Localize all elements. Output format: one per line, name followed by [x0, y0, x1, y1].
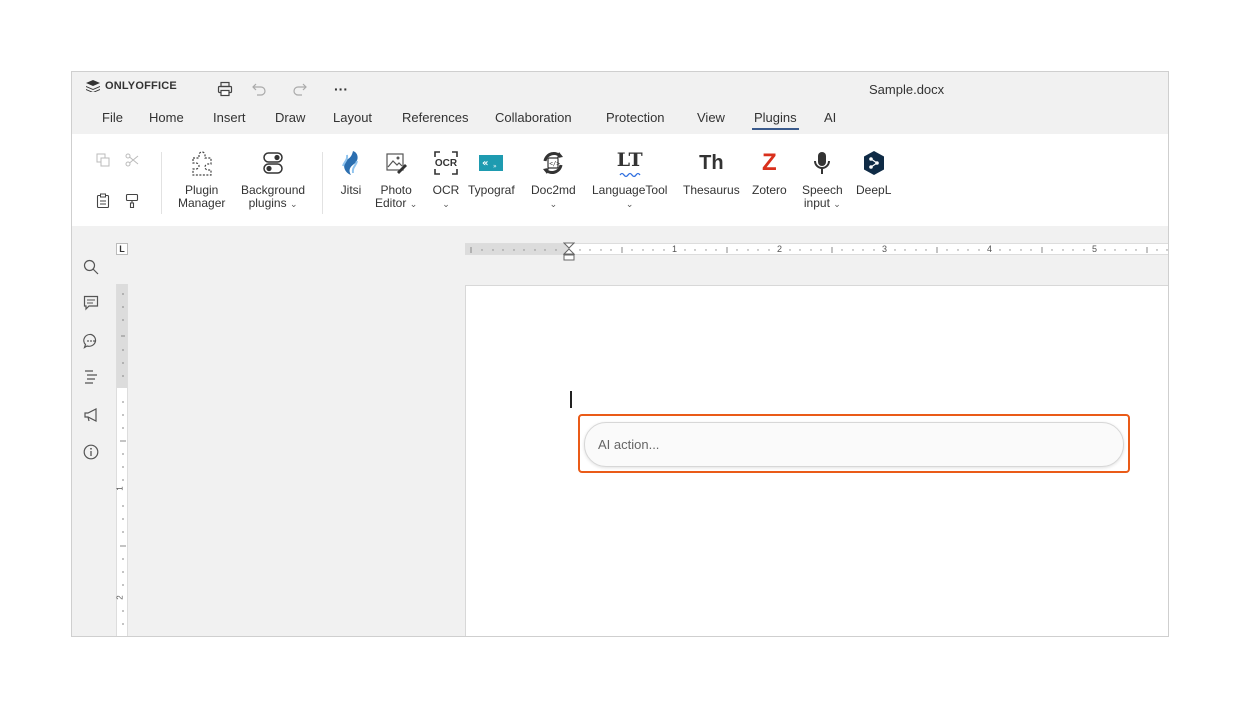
photo-editor-button[interactable]: Photo Editor ⌄	[375, 148, 417, 211]
jitsi-label: Jitsi	[340, 183, 362, 197]
doc2md-button[interactable]: </> Doc2md ⌄	[531, 148, 576, 211]
about-icon[interactable]	[81, 442, 101, 462]
ruler-number: 1	[115, 486, 125, 491]
undo-icon[interactable]	[248, 78, 270, 100]
thesaurus-label: Thesaurus	[683, 183, 740, 197]
thesaurus-icon: Th	[699, 151, 724, 174]
navigation-icon[interactable]	[81, 367, 101, 387]
languagetool-icon: LT	[615, 148, 645, 178]
ocr-label: OCR ⌄	[432, 183, 460, 210]
plugin-manager-label: Plugin Manager	[178, 183, 226, 210]
print-icon[interactable]	[214, 78, 236, 100]
doc2md-icon: </>	[538, 148, 568, 178]
tab-file[interactable]: File	[102, 110, 123, 125]
ruler-number: 1	[672, 244, 678, 254]
cut-icon[interactable]	[122, 150, 142, 170]
languagetool-button[interactable]: LT LanguageTool ⌄	[592, 148, 667, 211]
ocr-icon: OCR	[431, 148, 461, 178]
zotero-label: Zotero	[752, 183, 787, 197]
svg-text:«: «	[482, 158, 488, 169]
doc2md-label: Doc2md ⌄	[531, 183, 576, 210]
tab-ai[interactable]: AI	[824, 110, 836, 125]
onlyoffice-logo-icon	[86, 80, 100, 92]
tab-layout[interactable]: Layout	[333, 110, 372, 125]
zotero-button[interactable]: Z Zotero	[752, 148, 787, 197]
tab-draw[interactable]: Draw	[275, 110, 305, 125]
redo-icon[interactable]	[289, 78, 311, 100]
plugin-manager-button[interactable]: Plugin Manager	[178, 148, 225, 210]
ruler-number: 4	[987, 244, 993, 254]
background-plugins-label: Background plugins ⌄	[241, 183, 306, 210]
deepl-label: DeepL	[856, 183, 892, 197]
photo-editor-icon	[381, 148, 411, 178]
toolbar-separator	[161, 152, 162, 214]
jitsi-icon	[336, 148, 366, 178]
ruler-ticks	[120, 293, 126, 625]
search-icon[interactable]	[81, 257, 101, 277]
tab-collaboration[interactable]: Collaboration	[495, 110, 572, 125]
indent-marker-icon[interactable]	[563, 242, 575, 262]
editor-window: ONLYOFFICE ··· Sample.docx File Home Ins…	[71, 71, 1169, 637]
ocr-button[interactable]: OCR OCR ⌄	[431, 148, 461, 211]
toolbar-separator	[322, 152, 323, 214]
ruler-number: 5	[1092, 244, 1098, 254]
chevron-down-icon: ⌄	[442, 199, 450, 209]
chevron-down-icon: ⌄	[625, 199, 634, 209]
tab-stop-selector[interactable]: L	[116, 243, 128, 255]
typograf-button[interactable]: «» Typograf	[468, 148, 515, 197]
svg-text:»: »	[493, 163, 497, 170]
tab-plugins[interactable]: Plugins	[752, 110, 799, 130]
app-logo: ONLYOFFICE	[86, 80, 177, 92]
copy-icon[interactable]	[93, 150, 113, 170]
microphone-icon	[807, 148, 837, 178]
format-painter-icon[interactable]	[122, 191, 142, 211]
document-page[interactable]	[465, 285, 1168, 636]
tab-protection[interactable]: Protection	[606, 110, 665, 125]
tab-references[interactable]: References	[402, 110, 468, 125]
more-icon[interactable]: ···	[330, 78, 352, 100]
text-cursor	[570, 391, 572, 408]
ruler-number: 2	[115, 595, 125, 600]
typograf-icon: «»	[476, 148, 506, 178]
thesaurus-button[interactable]: Th Thesaurus	[683, 148, 740, 197]
puzzle-icon	[187, 148, 217, 178]
typograf-label: Typograf	[468, 183, 515, 197]
comments-icon[interactable]	[81, 293, 101, 313]
chevron-down-icon: ⌄	[289, 199, 298, 209]
zotero-icon: Z	[762, 149, 777, 176]
chat-icon[interactable]	[81, 331, 101, 351]
ai-action-input[interactable]	[584, 422, 1124, 467]
jitsi-button[interactable]: Jitsi	[336, 148, 366, 197]
speech-input-label: Speech input ⌄	[802, 183, 843, 210]
background-plugins-button[interactable]: Background plugins ⌄	[241, 148, 305, 211]
paste-icon[interactable]	[93, 191, 113, 211]
horizontal-ruler[interactable]: 1 2 3 4 5	[465, 242, 1168, 261]
svg-text:</>: </>	[550, 161, 561, 168]
deepl-button[interactable]: DeepL	[856, 148, 891, 197]
toggles-icon	[258, 148, 288, 178]
plugins-toolbar: Plugin Manager Background plugins ⌄ Jits…	[72, 134, 1168, 226]
photo-editor-label: Photo Editor ⌄	[375, 183, 418, 210]
vertical-ruler[interactable]: 1 2	[115, 284, 128, 636]
feedback-icon[interactable]	[81, 405, 101, 425]
menu-tabs: File Home Insert Draw Layout References …	[72, 106, 1168, 134]
chevron-down-icon: ⌄	[549, 199, 558, 209]
tab-view[interactable]: View	[697, 110, 725, 125]
chevron-down-icon: ⌄	[833, 199, 841, 209]
brand-name: ONLYOFFICE	[105, 80, 177, 92]
speech-input-button[interactable]: Speech input ⌄	[802, 148, 843, 211]
languagetool-label: LanguageTool ⌄	[592, 183, 668, 210]
chevron-down-icon: ⌄	[409, 199, 418, 209]
title-bar: ONLYOFFICE ··· Sample.docx	[72, 72, 1168, 106]
tab-home[interactable]: Home	[149, 110, 184, 125]
document-title: Sample.docx	[869, 82, 945, 97]
tab-insert[interactable]: Insert	[213, 110, 246, 125]
ruler-number: 3	[882, 244, 888, 254]
deepl-icon	[859, 148, 889, 178]
ruler-number: 2	[777, 244, 783, 254]
